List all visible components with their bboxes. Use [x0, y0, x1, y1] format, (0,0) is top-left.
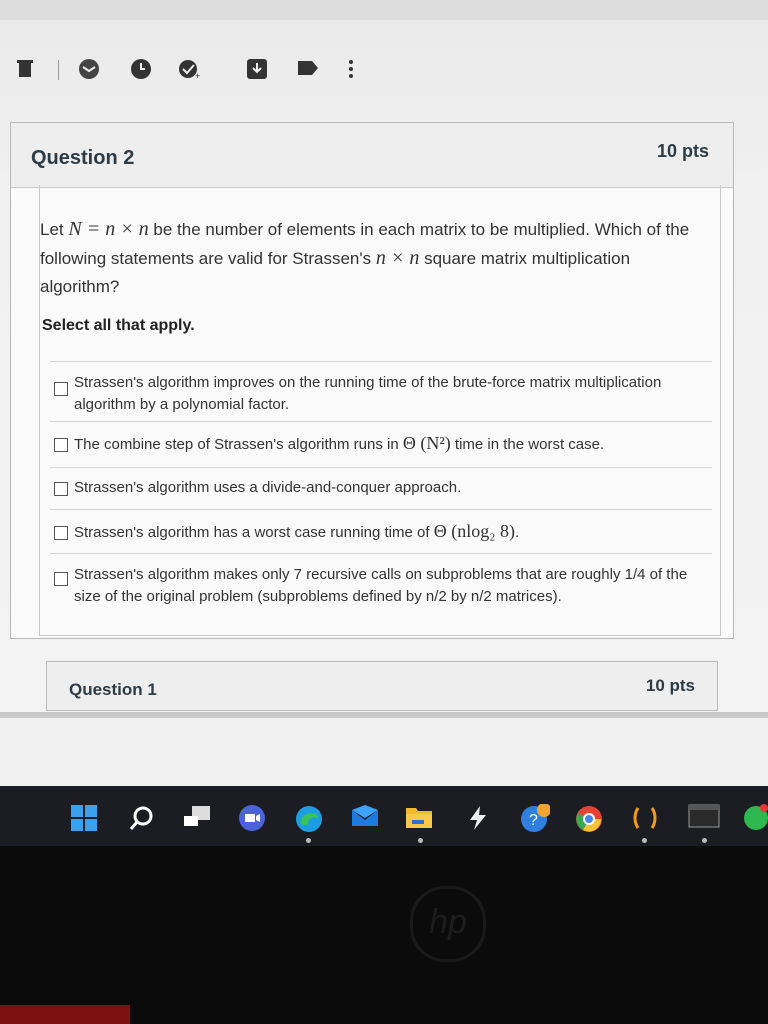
question-prompt: Let N = n × n be the number of elements … [40, 215, 700, 301]
option-label: Strassen's algorithm uses a divide-and-c… [74, 479, 462, 496]
help-icon[interactable]: ? [518, 803, 551, 832]
mark-read-icon[interactable] [78, 58, 100, 80]
next-question-points: 10 pts [645, 676, 695, 695]
answer-option[interactable]: Strassen's algorithm has a worst case ru… [50, 509, 712, 552]
running-indicator [306, 838, 311, 843]
clock-icon[interactable] [130, 58, 152, 80]
mail-icon[interactable] [350, 804, 378, 832]
hp-logo: hp [410, 886, 486, 962]
prompt-text: Let [40, 220, 69, 239]
answer-option[interactable]: Strassen's algorithm uses a divide-and-c… [50, 467, 712, 508]
option-checkbox[interactable] [54, 526, 68, 540]
next-question-title: Question 1 [69, 680, 157, 699]
option-label: Strassen's algorithm has a worst case ru… [74, 520, 694, 544]
option-text: The combine step of Strassen's algorithm… [74, 436, 403, 453]
option-checkbox[interactable] [54, 482, 68, 496]
svg-text:+: + [195, 71, 200, 80]
question-card: Question 2 10 pts Let N = n × n be the n… [10, 122, 734, 639]
browser-page: + Question 2 10 pts Let N = n × n be the… [0, 0, 768, 712]
windows-start-icon[interactable] [70, 804, 98, 832]
instruction-text: Select all that apply. [42, 317, 195, 334]
answer-option[interactable]: Strassen's algorithm improves on the run… [50, 361, 712, 420]
app2-icon[interactable] [632, 804, 660, 832]
option-math: Θ (nlog₂ 8) [433, 521, 515, 541]
running-indicator [702, 838, 707, 843]
terminal-icon[interactable] [688, 804, 720, 832]
option-checkbox[interactable] [54, 382, 68, 396]
prompt-math-n: N = n × n [68, 218, 149, 240]
mail-toolbar: + [0, 48, 768, 88]
option-checkbox[interactable] [54, 438, 68, 452]
option-label: Strassen's algorithm improves on the run… [74, 374, 662, 413]
laptop-bezel: hp [0, 846, 768, 1024]
option-text-end: . [514, 524, 520, 541]
tag-icon[interactable] [296, 58, 318, 80]
app-icon[interactable] [464, 804, 492, 832]
download-icon[interactable] [246, 58, 268, 80]
file-explorer-icon[interactable] [404, 804, 432, 832]
top-edge [0, 0, 768, 20]
svg-text:?: ? [529, 812, 538, 829]
option-checkbox[interactable] [54, 572, 68, 586]
option-text-end: time in the worst case. [450, 436, 605, 453]
option-label: Strassen's algorithm makes only 7 recurs… [74, 566, 688, 605]
zoom-icon[interactable] [238, 804, 266, 832]
whatsapp-icon[interactable] [742, 804, 768, 832]
option-text: Strassen's algorithm has a worst case ru… [74, 524, 434, 541]
taskbar: ? [0, 786, 768, 846]
question-header: Question 2 10 pts [11, 123, 733, 188]
question-body: Let N = n × n be the number of elements … [39, 185, 721, 636]
toolbar-separator [58, 60, 59, 80]
next-question-card: Question 1 10 pts [46, 661, 718, 711]
chrome-icon[interactable] [574, 804, 602, 832]
question-points: 10 pts [656, 141, 709, 161]
question-title: Question 2 [31, 147, 135, 169]
option-math: Θ (N²) [402, 433, 451, 453]
edge-icon[interactable] [294, 804, 322, 832]
delete-icon[interactable] [14, 58, 36, 80]
search-icon[interactable] [128, 804, 156, 832]
answer-option[interactable]: Strassen's algorithm makes only 7 recurs… [50, 553, 712, 614]
running-indicator [418, 838, 423, 843]
check-badge-icon[interactable]: + [178, 58, 200, 81]
screen-bottom-area [0, 712, 768, 792]
option-label: The combine step of Strassen's algorithm… [74, 432, 694, 456]
more-vertical-icon[interactable] [340, 58, 362, 80]
answer-option[interactable]: The combine step of Strassen's algorithm… [50, 421, 712, 466]
task-view-icon[interactable] [182, 804, 210, 832]
prompt-math-nxn: n × n [375, 247, 420, 269]
running-indicator [642, 838, 647, 843]
desk-strip [0, 1005, 130, 1024]
